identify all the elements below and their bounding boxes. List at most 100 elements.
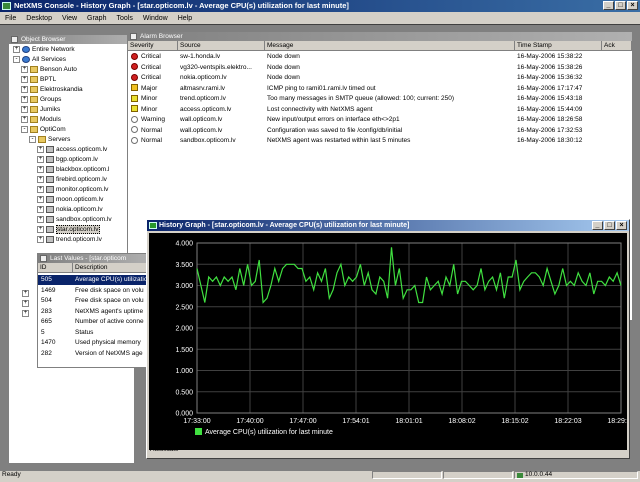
alarm-source: access.opticom.lv [180, 105, 232, 113]
last-value-row[interactable]: 1470 Used physical memory [38, 338, 151, 348]
severity-minor-icon [131, 105, 138, 113]
tree-item[interactable]: + moon.opticom.lv [37, 195, 103, 205]
last-value-row[interactable]: 504 Free disk space on volu [38, 296, 151, 306]
expand-icon[interactable]: + [37, 205, 44, 213]
maximize-button[interactable]: □ [615, 1, 626, 10]
expand-icon[interactable]: + [22, 310, 29, 317]
last-value-row[interactable]: 505 Average CPU(s) utilizatio [38, 275, 151, 285]
last-value-row[interactable]: 1469 Free disk space on volu [38, 286, 151, 296]
dci-description: NetXMS agent's uptime [75, 307, 144, 315]
collapse-icon[interactable]: - [29, 135, 36, 143]
tree-item[interactable]: + firebird.opticom.lv [37, 175, 107, 185]
expand-icon[interactable]: + [21, 85, 28, 93]
alarm-row[interactable]: Normal wall.opticom.lv Configuration was s… [128, 126, 632, 136]
last-value-row[interactable]: 283 NetXMS agent's uptime [38, 307, 151, 317]
expand-icon[interactable]: + [37, 145, 44, 153]
expand-icon[interactable]: + [37, 175, 44, 183]
alarm-row[interactable]: Critical vg320-ventspils.elektro... Node d… [128, 63, 632, 73]
collapse-icon[interactable]: - [21, 125, 28, 133]
graph-minimize-button[interactable]: _ [592, 221, 603, 230]
column-header[interactable]: Description [73, 263, 151, 273]
tree-item[interactable]: + Entire Network [13, 45, 75, 55]
tree-item[interactable]: + Jumiks [21, 105, 60, 115]
dci-id: 5 [41, 328, 45, 336]
expand-icon[interactable]: + [21, 105, 28, 113]
expand-icon[interactable]: + [37, 195, 44, 203]
tree-item[interactable]: + BPTL [21, 75, 56, 85]
tree-item[interactable]: + bgp.opticom.lv [37, 155, 98, 165]
menu-window[interactable]: Window [138, 15, 173, 22]
column-header[interactable]: Source [178, 41, 265, 51]
tree-item[interactable]: + Moduls [21, 115, 61, 125]
tree-item-label: Elektroskandia [40, 86, 83, 93]
expand-icon[interactable]: + [22, 300, 29, 307]
tree-item[interactable]: + Benson Auto [21, 65, 77, 75]
column-header[interactable]: ID [38, 263, 73, 273]
alarm-message: Node down [267, 63, 300, 71]
folder-icon [38, 135, 46, 143]
expand-icon[interactable]: + [13, 45, 20, 53]
column-header[interactable]: Time Stamp [515, 41, 602, 51]
history-graph-titlebar[interactable]: History Graph - [star.opticom.lv - Avera… [147, 220, 629, 231]
alarm-message: Lost connectivity with NetXMS agent [267, 105, 373, 113]
alarm-severity: Major [131, 84, 177, 94]
close-button[interactable]: × [627, 1, 638, 10]
dci-id: 1469 [41, 286, 56, 294]
expand-icon[interactable]: + [37, 185, 44, 193]
expand-icon[interactable]: + [21, 75, 28, 83]
expand-icon[interactable]: + [21, 115, 28, 123]
alarm-row[interactable]: Warning wall.opticom.lv New input/output e… [128, 115, 632, 125]
tree-item[interactable]: + star.opticom.lv [37, 225, 100, 235]
expand-icon[interactable]: + [37, 165, 44, 173]
menu-graph[interactable]: Graph [82, 15, 111, 22]
expand-icon[interactable]: + [21, 95, 28, 103]
x-tick-label: 18:29:03 [607, 418, 627, 425]
tree-item[interactable]: + nokia.opticom.lv [37, 205, 103, 215]
expand-icon[interactable]: + [21, 65, 28, 73]
alarm-row[interactable]: Minor access.opticom.lv Lost connectivity … [128, 105, 632, 115]
menu-help[interactable]: Help [173, 15, 197, 22]
object-browser-titlebar[interactable]: Object Browser [9, 35, 134, 44]
menu-desktop[interactable]: Desktop [21, 15, 57, 22]
menu-file[interactable]: File [0, 15, 21, 22]
expand-icon[interactable]: + [37, 155, 44, 163]
graph-close-button[interactable]: × [616, 221, 627, 230]
tree-item[interactable]: + monitor.opticom.lv [37, 185, 108, 195]
alarm-timestamp: 16-May-2006 15:36:32 [517, 74, 583, 81]
tree-item-label: sandbox.opticom.lv [56, 216, 112, 223]
column-header[interactable]: Severity [128, 41, 178, 51]
alarm-row[interactable]: Normal sandbox.opticom.lv NetXMS agent was… [128, 136, 632, 146]
tree-item[interactable]: + sandbox.opticom.lv [37, 215, 112, 225]
tree-item[interactable]: - All Services [13, 55, 66, 65]
column-header[interactable]: Message [265, 41, 515, 51]
last-value-row[interactable]: 665 Number of active conne [38, 317, 151, 327]
expand-icon[interactable]: + [37, 235, 44, 243]
minimize-button[interactable]: _ [603, 1, 614, 10]
expand-icon[interactable]: + [22, 290, 29, 297]
alarm-row[interactable]: Critical nokia.opticom.lv Node down 16-May-… [128, 73, 632, 83]
menu-view[interactable]: View [57, 15, 82, 22]
severity-label: Normal [141, 126, 162, 134]
history-chart[interactable]: 0.000 0.500 1.000 1.500 2.000 2.500 3.000 3.500… [149, 233, 627, 450]
alarm-severity: Minor [131, 94, 177, 104]
tree-item[interactable]: + trend.opticom.lv [37, 235, 102, 245]
collapse-icon[interactable]: - [13, 55, 20, 63]
column-header[interactable]: Ack [602, 41, 632, 51]
expand-icon[interactable]: + [37, 225, 44, 233]
expand-icon[interactable]: + [37, 215, 44, 223]
alarm-row[interactable]: Critical sw-1.honda.lv Node down 16-May-200… [128, 52, 632, 62]
alarm-row[interactable]: Minor trend.opticom.lv Too many messages i… [128, 94, 632, 104]
last-value-row[interactable]: 282 Version of NetXMS age [38, 349, 151, 359]
tree-item[interactable]: + blackbox.opticom.l [37, 165, 109, 175]
tree-item[interactable]: - Servers [29, 135, 70, 145]
last-values-titlebar[interactable]: Last Values - [star.opticom [38, 254, 151, 263]
tree-item[interactable]: + Elektroskandia [21, 85, 83, 95]
last-value-row[interactable]: 5 Status [38, 328, 151, 338]
alarm-browser-titlebar[interactable]: Alarm Browser [128, 32, 632, 41]
tree-item[interactable]: + access.opticom.lv [37, 145, 107, 155]
tree-item[interactable]: + Groups [21, 95, 61, 105]
alarm-row[interactable]: Major altmasrv.rami.lv ICMP ping to rami01… [128, 84, 632, 94]
graph-maximize-button[interactable]: □ [604, 221, 615, 230]
tree-item[interactable]: - OptiCom [21, 125, 66, 135]
menu-tools[interactable]: Tools [111, 15, 137, 22]
